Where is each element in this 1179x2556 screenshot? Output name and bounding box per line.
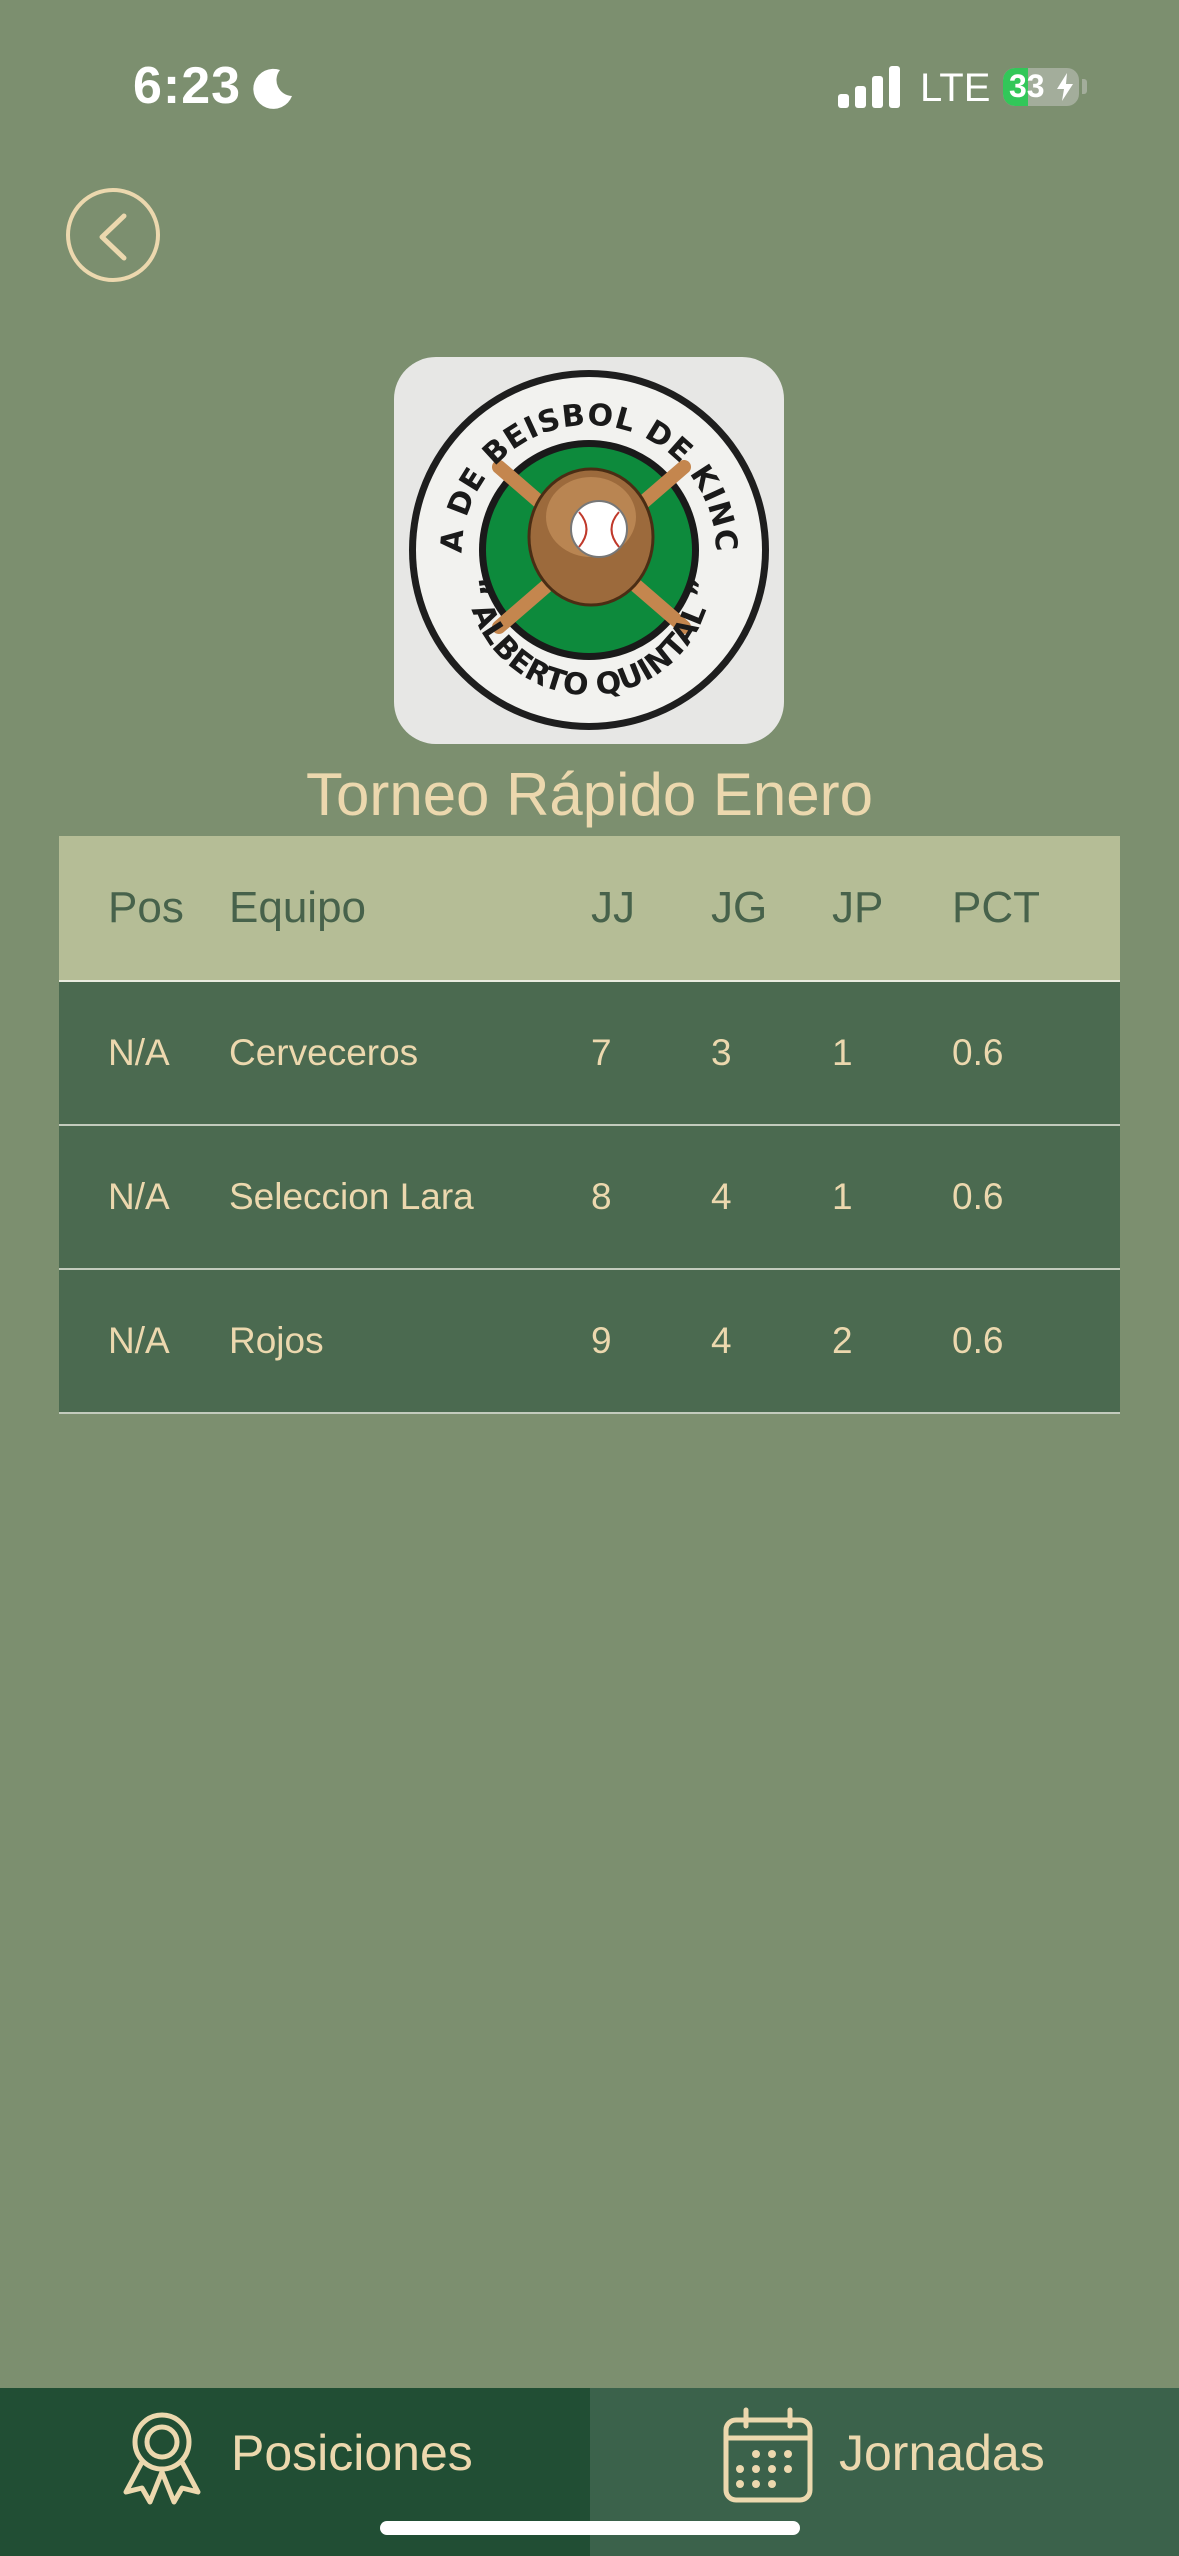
status-time: 6:23 — [133, 57, 242, 115]
charging-bolt-icon — [1057, 73, 1073, 101]
moon-icon — [253, 68, 292, 109]
row-jp: 1 — [832, 1032, 853, 1073]
league-logo: LIGA DE BEISBOL DE KINCHIL “ ALBERTO QUI… — [394, 357, 784, 744]
row-pct: 0.6 — [952, 1176, 1004, 1217]
column-header-pos: Pos — [108, 883, 184, 932]
cellular-signal-icon — [838, 66, 900, 108]
battery-level: 33 — [1009, 68, 1045, 104]
row-jj: 8 — [591, 1176, 612, 1217]
row-jj: 7 — [591, 1032, 612, 1073]
row-pos: N/A — [108, 1032, 170, 1073]
row-pct: 0.6 — [952, 1320, 1004, 1361]
row-jg: 4 — [711, 1320, 732, 1361]
column-header-pct: PCT — [952, 883, 1040, 932]
battery-cap — [1082, 79, 1087, 94]
column-header-team: Equipo — [229, 883, 367, 932]
row-team: Seleccion Lara — [229, 1176, 474, 1217]
table-header: Pos Equipo JJ JG JP PCT — [59, 836, 1120, 982]
row-jp: 1 — [832, 1176, 853, 1217]
column-header-jp: JP — [832, 883, 884, 932]
award-ribbon-icon — [123, 2412, 201, 2505]
row-jj: 9 — [591, 1320, 612, 1361]
row-team: Cerveceros — [229, 1032, 419, 1073]
table-row[interactable]: N/A Seleccion Lara 8 4 1 0.6 — [59, 1126, 1120, 1270]
standings-table: Pos Equipo JJ JG JP PCT N/A Cerveceros 7… — [59, 836, 1120, 1414]
tab-jornadas-label: Jornadas — [839, 2425, 1045, 2481]
row-team: Rojos — [229, 1320, 324, 1361]
back-button[interactable] — [66, 188, 160, 282]
row-jp: 2 — [832, 1320, 853, 1361]
home-indicator[interactable] — [380, 2521, 800, 2535]
calendar-icon — [723, 2407, 813, 2503]
tab-posiciones-label: Posiciones — [231, 2425, 473, 2481]
network-type: LTE — [920, 66, 991, 110]
row-pct: 0.6 — [952, 1032, 1004, 1073]
row-jg: 3 — [711, 1032, 732, 1073]
battery-icon: 33 — [1003, 68, 1079, 106]
status-bar: 6:23 LTE 33 — [0, 0, 1179, 170]
row-jg: 4 — [711, 1176, 732, 1217]
row-pos: N/A — [108, 1320, 170, 1361]
chevron-left-icon — [99, 213, 127, 261]
column-header-jg: JG — [711, 883, 768, 932]
table-row[interactable]: N/A Rojos 9 4 2 0.6 — [59, 1270, 1120, 1414]
column-header-jj: JJ — [591, 883, 635, 932]
table-row[interactable]: N/A Cerveceros 7 3 1 0.6 — [59, 982, 1120, 1126]
row-pos: N/A — [108, 1176, 170, 1217]
page-title: Torneo Rápido Enero — [305, 761, 874, 828]
